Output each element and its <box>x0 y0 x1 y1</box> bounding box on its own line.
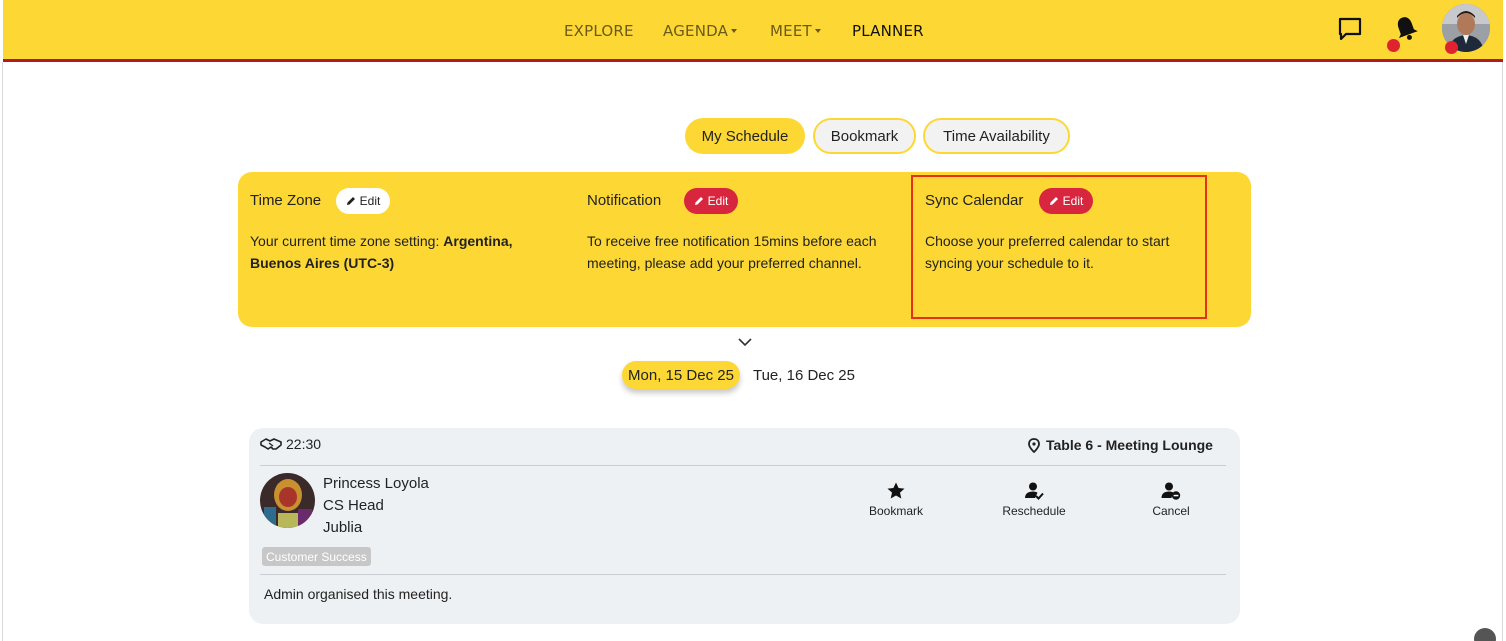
caret-down-icon <box>814 28 821 33</box>
date-mon[interactable]: Mon, 15 Dec 25 <box>622 361 740 389</box>
timezone-text: Your current time zone setting: Argentin… <box>250 230 560 274</box>
bell-icon[interactable] <box>1393 14 1419 42</box>
nav-meet[interactable]: MEET <box>770 22 821 40</box>
pencil-icon <box>694 197 703 205</box>
notification-title: Notification <box>587 192 662 209</box>
user-minus-icon <box>1161 482 1181 500</box>
reschedule-label: Reschedule <box>1002 504 1066 518</box>
meeting-organiser-note: Admin organised this meeting. <box>264 586 453 602</box>
tab-time-availability[interactable]: Time Availability <box>923 118 1070 154</box>
map-pin-icon <box>1028 437 1040 453</box>
meeting-time-label: 22:30 <box>286 436 322 452</box>
timezone-text-prefix: Your current time zone setting: <box>250 233 444 249</box>
caret-down-icon <box>731 28 738 33</box>
meeting-time: 22:30 <box>260 436 321 452</box>
reschedule-button[interactable]: Reschedule <box>979 481 1089 518</box>
user-check-icon <box>1025 482 1044 500</box>
handshake-icon <box>260 438 282 450</box>
person-company: Jublia <box>323 519 363 536</box>
meeting-location: Table 6 - Meeting Lounge <box>1028 437 1213 453</box>
date-tue[interactable]: Tue, 16 Dec 25 <box>748 361 860 389</box>
cancel-button[interactable]: Cancel <box>1116 481 1226 518</box>
chevron-down-icon[interactable] <box>737 336 753 348</box>
nav-planner[interactable]: PLANNER <box>852 22 924 40</box>
bookmark-label: Bookmark <box>868 504 924 518</box>
timezone-title: Time Zone <box>250 192 322 209</box>
notification-edit-label: Edit <box>707 194 729 208</box>
bookmark-button[interactable]: Bookmark <box>841 481 951 518</box>
cancel-label: Cancel <box>1152 504 1190 518</box>
nav-agenda-label: AGENDA <box>663 22 729 40</box>
pencil-icon <box>346 197 355 205</box>
timezone-edit-button[interactable]: Edit <box>336 188 390 214</box>
person-photo-icon <box>260 473 315 528</box>
notification-edit-button[interactable]: Edit <box>684 188 738 214</box>
person-tag: Customer Success <box>262 547 371 566</box>
sync-calendar-highlight <box>911 175 1207 319</box>
card-divider-bottom <box>260 574 1226 575</box>
tab-my-schedule[interactable]: My Schedule <box>685 118 805 154</box>
card-divider-top <box>260 465 1226 466</box>
chat-icon[interactable] <box>1337 16 1363 42</box>
person-name[interactable]: Princess Loyola <box>323 475 429 492</box>
star-icon <box>887 482 905 499</box>
tab-bookmark[interactable]: Bookmark <box>813 118 916 154</box>
nav-agenda[interactable]: AGENDA <box>663 22 738 40</box>
notification-text: To receive free notification 15mins befo… <box>587 233 877 271</box>
notification-badge <box>1387 39 1400 52</box>
nav-explore[interactable]: EXPLORE <box>564 22 634 40</box>
avatar-status-badge <box>1445 41 1458 54</box>
person-title: CS Head <box>323 497 384 514</box>
timezone-edit-label: Edit <box>359 194 381 208</box>
meeting-location-label: Table 6 - Meeting Lounge <box>1046 437 1213 453</box>
nav-meet-label: MEET <box>770 22 812 40</box>
person-avatar[interactable] <box>260 473 315 528</box>
top-nav-bar <box>3 0 1503 59</box>
